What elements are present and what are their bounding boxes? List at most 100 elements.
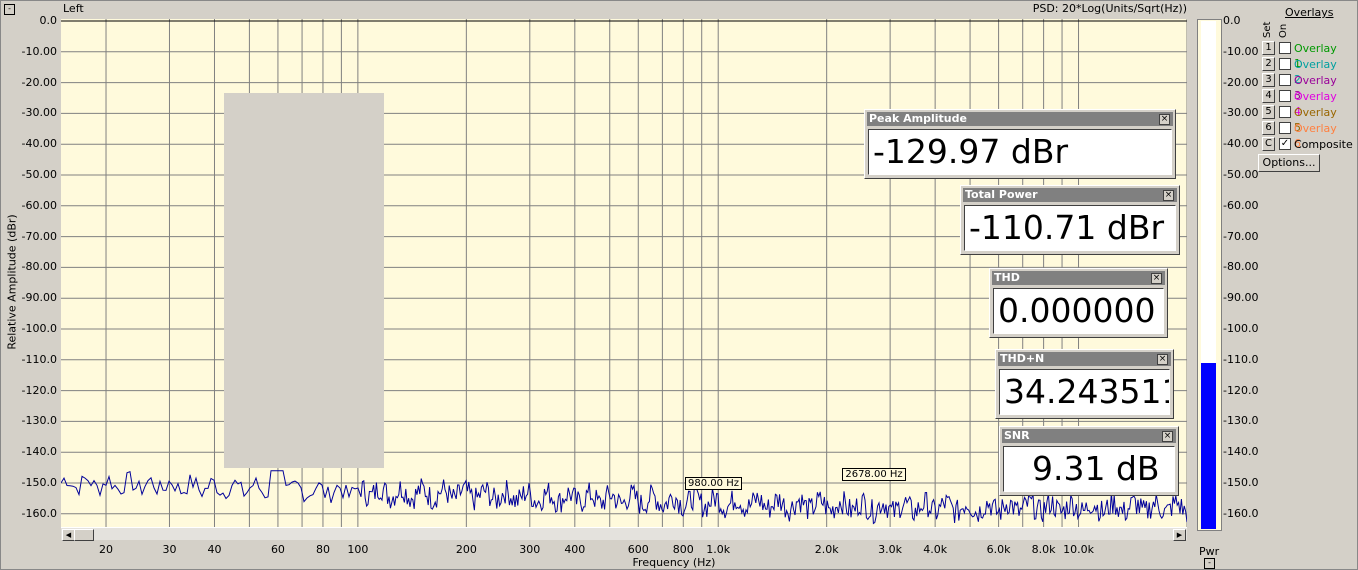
thd-title-text: THD <box>994 271 1020 284</box>
x-tick-label: 3.0k <box>878 543 903 556</box>
peak-amplitude-value: -129.97 dBr <box>868 129 1172 175</box>
frequency-marker-2[interactable]: 2678.00 Hz <box>842 468 906 481</box>
meter-tick-label: -20.00 <box>1223 75 1259 89</box>
overlay-on-checkbox[interactable] <box>1279 106 1291 118</box>
overlay-set-button[interactable]: C <box>1262 137 1275 151</box>
total-power-value: -110.71 dBr <box>964 205 1176 251</box>
thdn-meter[interactable]: THD+N × 34.243511 <box>995 349 1174 419</box>
overlay-on-checkbox[interactable] <box>1279 90 1291 102</box>
y-tick-label: -130.0 <box>21 414 57 428</box>
meter-tick-label: -100.0 <box>1223 322 1259 335</box>
peak-amplitude-meter[interactable]: Peak Amplitude × -129.97 dBr <box>864 109 1176 179</box>
meter-tick-label: -130.0 <box>1223 414 1259 428</box>
blank-region <box>224 93 384 468</box>
x-tick-label: 800 <box>672 543 694 556</box>
thd-meter[interactable]: THD × 0.000000 <box>989 268 1168 338</box>
x-tick-label: 80 <box>315 543 330 556</box>
overlay-set-button[interactable]: 2 <box>1262 57 1275 71</box>
overlay-set-button[interactable]: 6 <box>1262 121 1275 135</box>
horizontal-scrollbar[interactable]: ◀ ▶ <box>61 527 1187 541</box>
close-icon[interactable]: × <box>1162 431 1173 442</box>
snr-title-text: SNR <box>1004 429 1030 442</box>
thdn-title-text: THD+N <box>1000 352 1045 365</box>
thd-title: THD × <box>992 271 1165 285</box>
meter-tick-label: -120.0 <box>1223 383 1259 397</box>
meter-tick-label: -10.00 <box>1223 44 1259 58</box>
x-tick-label: 100 <box>347 543 369 556</box>
channel-label: Left <box>63 2 84 15</box>
scroll-thumb[interactable] <box>74 529 94 541</box>
y-tick-label: -40.00 <box>21 137 57 151</box>
power-meter-bar <box>1201 362 1216 529</box>
close-icon[interactable]: × <box>1159 114 1170 125</box>
total-power-title: Total Power × <box>963 188 1177 202</box>
meter-tick-label: -160.0 <box>1223 506 1259 520</box>
y-tick-label: -20.00 <box>21 75 57 89</box>
overlays-header: Overlays <box>1285 6 1334 19</box>
overlay-name: Composite <box>1294 138 1353 151</box>
meter-label: Pwr <box>1199 545 1220 558</box>
overlay-set-button[interactable]: 1 <box>1262 41 1275 55</box>
meter-tick-label: 0.0 <box>1223 14 1241 27</box>
x-tick-label: 10.0k <box>1063 543 1094 556</box>
meter-tick-label: -70.00 <box>1223 229 1259 243</box>
meter-tick-label: -140.0 <box>1223 445 1259 459</box>
y-tick-label: -10.00 <box>21 44 57 58</box>
total-power-meter[interactable]: Total Power × -110.71 dBr <box>960 185 1180 255</box>
overlay-on-checkbox[interactable]: ✓ <box>1279 138 1291 150</box>
peak-amplitude-title: Peak Amplitude × <box>867 112 1173 126</box>
close-icon[interactable]: × <box>1163 190 1174 201</box>
x-tick-label: 2.0k <box>814 543 839 556</box>
meter-tick-label: -90.00 <box>1223 291 1259 305</box>
meter-tick-label: -50.00 <box>1223 168 1259 181</box>
on-column-label: On <box>1278 23 1289 38</box>
close-icon[interactable]: × <box>1157 354 1168 365</box>
meter-tick-label: -60.00 <box>1223 198 1259 212</box>
overlay-on-checkbox[interactable] <box>1279 122 1291 134</box>
y-tick-label: -60.00 <box>21 198 57 212</box>
y-tick-label: -90.00 <box>21 291 57 305</box>
overlay-on-checkbox[interactable] <box>1279 74 1291 86</box>
overlay-on-checkbox[interactable] <box>1279 42 1291 54</box>
scroll-right-arrow[interactable]: ▶ <box>1173 529 1186 541</box>
y-tick-label: -50.00 <box>21 168 57 181</box>
x-tick-label: 60 <box>270 543 285 556</box>
thdn-value: 34.243511 <box>999 369 1170 415</box>
x-tick-label: 200 <box>455 543 477 556</box>
y-tick-label: -150.0 <box>21 476 57 489</box>
y-tick-label: -120.0 <box>21 383 57 397</box>
y-tick-label: -100.0 <box>21 322 57 335</box>
x-tick-label: 20 <box>99 543 114 556</box>
meter-tick-label: -80.00 <box>1223 260 1259 274</box>
overlay-set-button[interactable]: 3 <box>1262 73 1275 87</box>
frequency-marker-1[interactable]: 980.00 Hz <box>685 477 742 490</box>
peak-amplitude-title-text: Peak Amplitude <box>869 112 967 125</box>
overlay-set-button[interactable]: 5 <box>1262 105 1275 119</box>
meter-tick-label: -40.00 <box>1223 137 1259 151</box>
overlay-set-button[interactable]: 4 <box>1262 89 1275 103</box>
meter-menu-button[interactable]: - <box>1204 558 1215 569</box>
set-column-label: Set <box>1262 21 1273 38</box>
y-tick-label: 0.0 <box>39 14 58 27</box>
x-tick-label: 400 <box>564 543 586 556</box>
options-button[interactable]: Options... <box>1258 154 1320 172</box>
meter-tick-label: -150.0 <box>1223 476 1259 489</box>
y-tick-label: -80.00 <box>21 260 57 274</box>
thd-value: 0.000000 <box>993 288 1164 334</box>
x-tick-label: 300 <box>519 543 541 556</box>
x-tick-label: 600 <box>627 543 649 556</box>
x-axis-label: Frequency (Hz) <box>632 556 716 569</box>
y-tick-label: -140.0 <box>21 445 57 459</box>
overlay-on-checkbox[interactable] <box>1279 58 1291 70</box>
x-tick-label: 30 <box>162 543 177 556</box>
meter-tick-label: -30.00 <box>1223 106 1259 120</box>
x-tick-label: 40 <box>207 543 222 556</box>
x-tick-label: 8.0k <box>1031 543 1056 556</box>
total-power-title-text: Total Power <box>965 188 1038 201</box>
x-tick-label: 6.0k <box>986 543 1011 556</box>
scale-label: PSD: 20*Log(Units/Sqrt(Hz)) <box>1032 2 1187 15</box>
close-icon[interactable]: × <box>1151 273 1162 284</box>
snr-meter[interactable]: SNR × 9.31 dB <box>999 426 1179 496</box>
thdn-title: THD+N × <box>998 352 1171 366</box>
snr-value: 9.31 dB <box>1003 446 1175 492</box>
